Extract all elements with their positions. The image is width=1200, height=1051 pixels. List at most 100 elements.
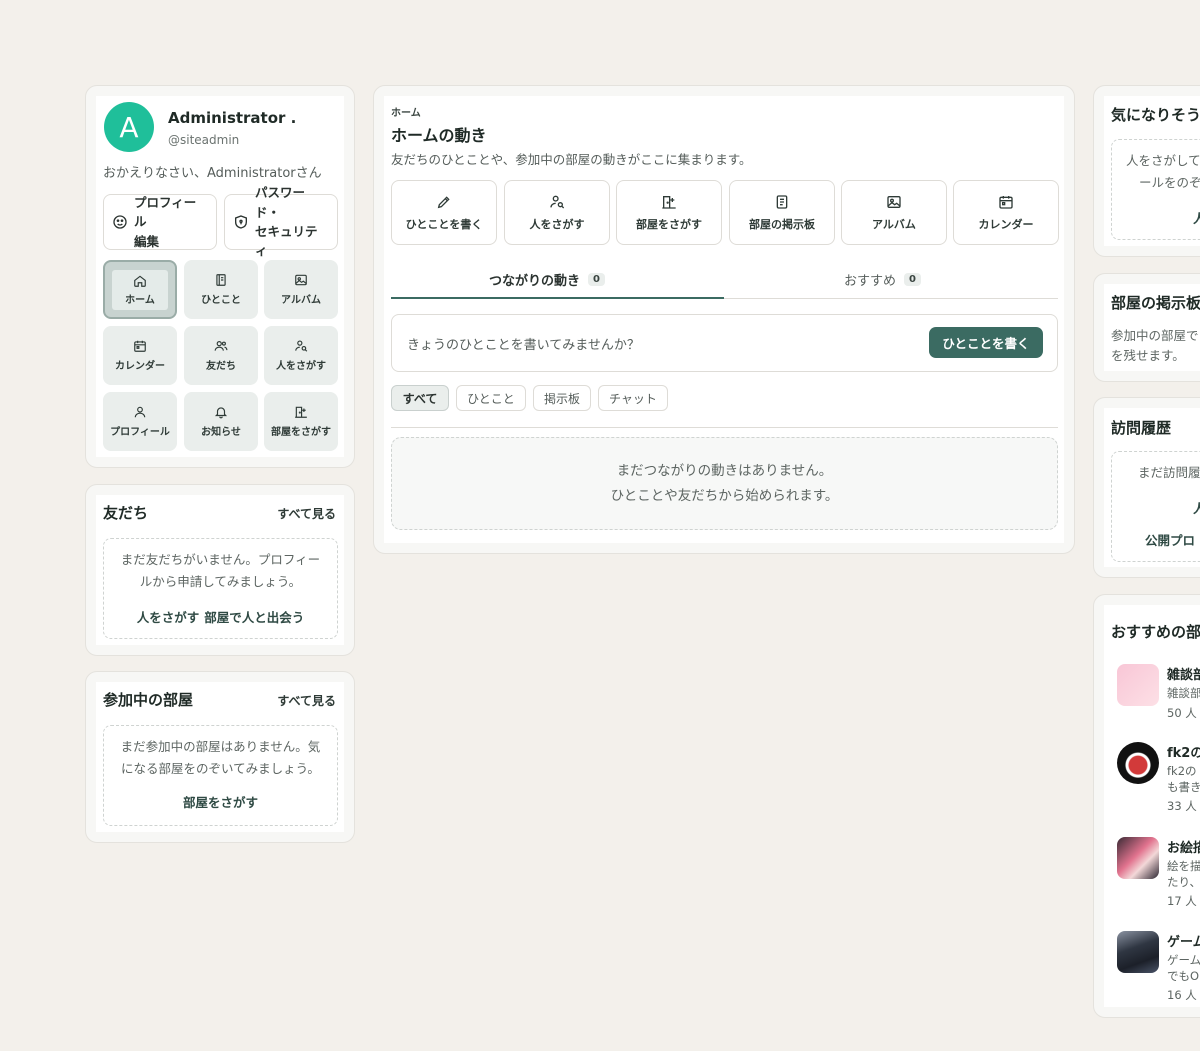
profile-name[interactable]: Administrator . [168, 109, 296, 127]
room-description-2: たり、 [1167, 875, 1200, 889]
history-link[interactable]: 人 [1193, 498, 1200, 517]
joined-rooms-empty-message: まだ参加中の部屋はありません。気 になる部屋をのぞいてみましょう。 [120, 739, 321, 776]
nav-tile-calendar[interactable]: カレンダー [103, 326, 177, 385]
room-item[interactable]: 雑談部 雑談部 50 人 [1104, 660, 1200, 730]
room-description: fk2の [1167, 764, 1197, 778]
profile-handle: @siteadmin [168, 133, 240, 147]
write-hitokoto-submit-button[interactable]: ひとことを書く [929, 327, 1043, 358]
page-subtitle: 友だちのひとことや、参加中の部屋の動きがここに集まります。 [391, 152, 752, 167]
user-search-icon [549, 194, 565, 210]
breadcrumb: ホーム [391, 108, 421, 119]
find-people-link[interactable]: 人をさがす [137, 610, 200, 625]
friends-card-body: 友だち すべて見る まだ友だちがいません。プロフィー ルから申請してみましょう。 … [96, 495, 344, 645]
recommended-rooms-title: おすすめの部 [1111, 623, 1200, 641]
interest-title: 気になりそう [1111, 106, 1200, 124]
feed-empty-state: まだつながりの動きはありません。 ひとことや友だちから始められます。 [391, 437, 1058, 530]
filter-board[interactable]: 掲示板 [533, 385, 591, 411]
find-people-button[interactable]: 人をさがす [504, 180, 610, 245]
nav-tile-find-rooms[interactable]: 部屋をさがす [264, 392, 338, 451]
avatar[interactable]: A [104, 102, 154, 152]
joined-rooms-empty-links: 部屋をさがす [104, 792, 337, 811]
password-security-button[interactable]: パスワード・ セキュリティ [224, 185, 338, 258]
room-description: ゲーム [1167, 953, 1200, 967]
friends-card: 友だち すべて見る まだ友だちがいません。プロフィー ルから申請してみましょう。 … [85, 484, 355, 656]
friends-see-all-link[interactable]: すべて見る [277, 505, 336, 522]
album-button[interactable]: アルバム [841, 180, 947, 245]
room-description: 雑談部 [1167, 686, 1200, 700]
interest-message: 人をさがして [1126, 153, 1200, 168]
bell-icon [214, 405, 228, 419]
write-hitokoto-button[interactable]: ひとことを書く [391, 180, 497, 245]
interest-card-body: 気になりそう 人をさがして ールをのぞ 人 [1104, 96, 1200, 246]
door-icon [294, 405, 308, 419]
user-search-icon [294, 339, 308, 353]
quick-action-label: アルバム [872, 217, 916, 231]
board-text: 参加中の部屋で [1111, 328, 1199, 343]
nav-tile-friends[interactable]: 友だち [184, 326, 258, 385]
room-member-count: 17 人 [1167, 894, 1197, 908]
recommended-rooms-body: おすすめの部 雑談部 雑談部 50 人 fk2の fk2の も書き 33 人 お… [1104, 605, 1200, 1007]
nav-tile-notifications[interactable]: お知らせ [184, 392, 258, 451]
friends-title: 友だち [103, 504, 149, 522]
tab-recommended[interactable]: おすすめ 0 [844, 270, 921, 289]
history-message: まだ訪問履 [1138, 465, 1200, 480]
board-text-2: を残せます。 [1111, 348, 1185, 363]
board-card-body: 部屋の掲示板 参加中の部屋で を残せます。 [1104, 284, 1200, 371]
nav-tile-label: プロフィール [110, 427, 170, 438]
composer-prompt[interactable]: きょうのひとことを書いてみませんか？ [407, 334, 640, 353]
joined-rooms-card: 参加中の部屋 すべて見る まだ参加中の部屋はありません。気 になる部屋をのぞいてみ… [85, 671, 355, 843]
filter-chat[interactable]: チャット [598, 385, 668, 411]
room-member-count: 33 人 [1167, 799, 1197, 813]
meet-in-rooms-link[interactable]: 部屋で人と出会う [204, 610, 304, 625]
tab-connections[interactable]: つながりの動き 0 [489, 270, 605, 289]
calendar-button[interactable]: カレンダー [953, 180, 1059, 245]
room-item[interactable]: お絵描 絵を描 たり、 17 人 [1104, 833, 1200, 913]
room-board-button[interactable]: 部屋の掲示板 [729, 180, 835, 245]
history-empty-state: まだ訪問履 人 公開プロ [1111, 451, 1200, 562]
room-thumbnail [1117, 837, 1159, 879]
room-member-count: 16 人 [1167, 988, 1197, 1002]
filter-hitokoto[interactable]: ひとこと [456, 385, 526, 411]
main-feed-card: ホーム ホームの動き 友だちのひとことや、参加中の部屋の動きがここに集まります。… [373, 85, 1075, 554]
find-rooms-button[interactable]: 部屋をさがす [616, 180, 722, 245]
nav-tile-profile[interactable]: プロフィール [103, 392, 177, 451]
nav-tile-label: お知らせ [201, 427, 241, 438]
calendar-icon [998, 194, 1014, 210]
nav-tile-album[interactable]: アルバム [264, 260, 338, 319]
room-description-2: でもO [1167, 969, 1200, 983]
quick-action-label: 部屋の掲示板 [749, 217, 815, 231]
edit-profile-button[interactable]: プロフィール 編集 [103, 194, 217, 250]
room-item[interactable]: fk2の fk2の も書き 33 人 [1104, 738, 1200, 818]
room-item[interactable]: ゲーム ゲーム でもO 16 人 [1104, 927, 1200, 1007]
joined-rooms-see-all-link[interactable]: すべて見る [277, 692, 336, 709]
main-feed-body: ホーム ホームの動き 友だちのひとことや、参加中の部屋の動きがここに集まります。… [384, 96, 1064, 543]
welcome-text: おかえりなさい、Administratorさん [103, 166, 322, 181]
page-title: ホームの動き [391, 126, 487, 145]
room-description-2: も書き [1167, 780, 1200, 794]
friends-empty-state: まだ友だちがいません。プロフィー ルから申請してみましょう。 人をさがす 部屋で人… [103, 538, 338, 639]
feed-empty-message: まだつながりの動きはありません。 ひとことや友だちから始められます。 [610, 463, 839, 504]
public-profile-link[interactable]: 公開プロ [1145, 530, 1195, 549]
nav-tile-label: ひとこと [201, 295, 241, 306]
board-card: 部屋の掲示板 参加中の部屋で を残せます。 [1093, 273, 1200, 382]
tab-count: 0 [588, 273, 605, 286]
quick-action-label: 部屋をさがす [636, 217, 702, 231]
filters-divider [391, 427, 1058, 428]
room-member-count: 50 人 [1167, 706, 1197, 720]
history-title: 訪問履歴 [1111, 419, 1172, 437]
composer[interactable]: きょうのひとことを書いてみませんか？ ひとことを書く [391, 314, 1058, 372]
image-icon [294, 273, 308, 287]
nav-tile-hitokoto[interactable]: ひとこと [184, 260, 258, 319]
nav-tile-home[interactable]: ホーム [103, 260, 177, 319]
room-thumbnail [1117, 664, 1159, 706]
interest-link[interactable]: 人 [1193, 208, 1200, 227]
password-security-label: パスワード・ セキュリティ [255, 185, 318, 259]
image-icon [886, 194, 902, 210]
active-tab-indicator [391, 297, 724, 299]
room-name: お絵描 [1167, 841, 1200, 856]
filter-all[interactable]: すべて [391, 385, 449, 411]
edit-profile-label: プロフィール 編集 [134, 194, 197, 249]
nav-tile-find-people[interactable]: 人をさがす [264, 326, 338, 385]
find-rooms-link[interactable]: 部屋をさがす [183, 795, 258, 810]
users-icon [214, 339, 228, 353]
